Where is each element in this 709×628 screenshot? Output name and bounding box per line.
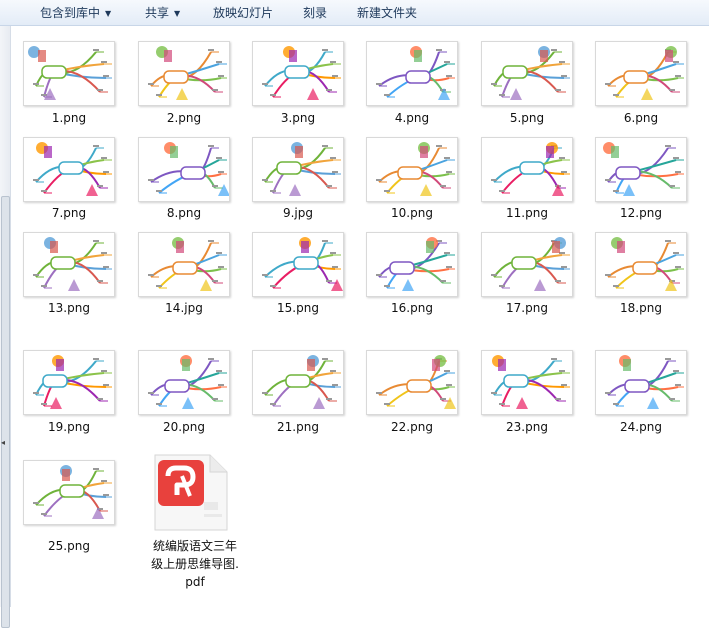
image-thumbnail xyxy=(366,232,458,297)
image-thumbnail xyxy=(138,350,230,415)
file-item[interactable]: 12.png xyxy=(586,137,696,224)
file-name: 8.png xyxy=(166,206,202,220)
file-name: 6.png xyxy=(623,111,659,125)
image-thumbnail xyxy=(366,350,458,415)
file-name: 3.png xyxy=(280,111,316,125)
chevron-left-icon: ◂ xyxy=(1,438,6,447)
image-thumbnail xyxy=(481,350,573,415)
image-thumbnail xyxy=(366,41,458,106)
image-thumbnail xyxy=(481,232,573,297)
file-name: 23.png xyxy=(506,420,548,434)
image-thumbnail xyxy=(138,232,230,297)
file-item[interactable]: 17.png xyxy=(472,232,582,319)
scrollbar-thumb[interactable] xyxy=(1,196,10,628)
file-name: 18.png xyxy=(620,301,662,315)
chevron-down-icon: ▼ xyxy=(174,9,181,18)
file-name: 11.png xyxy=(506,206,548,220)
image-thumbnail xyxy=(252,137,344,202)
file-name: 14.jpg xyxy=(165,301,203,315)
image-thumbnail xyxy=(23,350,115,415)
image-thumbnail xyxy=(252,350,344,415)
chevron-down-icon: ▼ xyxy=(105,9,112,18)
file-item[interactable]: 8.png xyxy=(129,137,239,224)
file-item[interactable]: 16.png xyxy=(357,232,467,319)
image-thumbnail xyxy=(595,232,687,297)
image-thumbnail xyxy=(23,41,115,106)
file-name: 9.jpg xyxy=(282,206,314,220)
image-thumbnail xyxy=(138,41,230,106)
image-thumbnail xyxy=(481,137,573,202)
file-item[interactable]: 15.png xyxy=(243,232,353,319)
file-item[interactable]: 1.png xyxy=(14,41,124,129)
file-name: 7.png xyxy=(51,206,87,220)
file-item[interactable]: 6.png xyxy=(586,41,696,129)
image-thumbnail xyxy=(23,232,115,297)
pdf-file-icon xyxy=(154,454,228,531)
slideshow-button[interactable]: 放映幻灯片 xyxy=(213,4,273,21)
file-name: 22.png xyxy=(391,420,433,434)
image-thumbnail xyxy=(138,137,230,202)
file-item[interactable]: 3.png xyxy=(243,41,353,129)
image-thumbnail xyxy=(595,350,687,415)
file-item[interactable]: 9.jpg xyxy=(243,137,353,224)
image-thumbnail xyxy=(252,41,344,106)
pdf-name-line-3: pdf xyxy=(185,575,205,589)
file-item[interactable]: 4.png xyxy=(357,41,467,129)
file-item[interactable]: 20.png xyxy=(129,350,239,438)
pdf-name-line-2: 级上册思维导图. xyxy=(151,557,239,571)
file-item[interactable]: 5.png xyxy=(472,41,582,129)
file-name: 13.png xyxy=(48,301,90,315)
file-name: 2.png xyxy=(166,111,202,125)
file-item[interactable]: 10.png xyxy=(357,137,467,224)
file-item[interactable]: 25.png xyxy=(14,460,124,557)
burn-button[interactable]: 刻录 xyxy=(303,4,327,21)
share-button[interactable]: 共享 ▼ xyxy=(145,4,180,21)
file-name: 17.png xyxy=(506,301,548,315)
file-item[interactable]: 7.png xyxy=(14,137,124,224)
image-thumbnail xyxy=(23,137,115,202)
file-item[interactable]: 14.jpg xyxy=(129,232,239,319)
image-thumbnail xyxy=(23,460,115,525)
file-name: 20.png xyxy=(163,420,205,434)
file-name: 16.png xyxy=(391,301,433,315)
file-item[interactable]: 11.png xyxy=(472,137,582,224)
file-item[interactable]: 19.png xyxy=(14,350,124,438)
image-thumbnail xyxy=(595,41,687,106)
file-name: 10.png xyxy=(391,206,433,220)
file-item[interactable]: 23.png xyxy=(472,350,582,438)
file-item[interactable]: 13.png xyxy=(14,232,124,319)
command-toolbar: 包含到库中 ▼ 共享 ▼ 放映幻灯片 刻录 新建文件夹 xyxy=(0,0,709,26)
file-name: 15.png xyxy=(277,301,319,315)
file-name: 4.png xyxy=(394,111,430,125)
file-name: 25.png xyxy=(48,539,90,553)
file-name: 1.png xyxy=(51,111,87,125)
file-item[interactable]: 21.png xyxy=(243,350,353,438)
new-folder-button[interactable]: 新建文件夹 xyxy=(357,4,417,21)
image-thumbnail xyxy=(252,232,344,297)
file-item[interactable]: 22.png xyxy=(357,350,467,438)
file-item[interactable]: 18.png xyxy=(586,232,696,319)
navigation-pane-edge[interactable]: ◂ xyxy=(0,26,11,628)
image-thumbnail xyxy=(481,41,573,106)
image-thumbnail xyxy=(366,137,458,202)
file-name: 5.png xyxy=(509,111,545,125)
file-name: 24.png xyxy=(620,420,662,434)
image-thumbnail xyxy=(595,137,687,202)
include-in-library-button[interactable]: 包含到库中 ▼ xyxy=(40,4,111,21)
file-item[interactable]: 24.png xyxy=(586,350,696,438)
pdf-name-line-1: 统编版语文三年 xyxy=(152,539,237,553)
file-name: 19.png xyxy=(48,420,90,434)
file-item[interactable]: 2.png xyxy=(129,41,239,129)
file-item-pdf[interactable] xyxy=(148,452,238,532)
file-name: 12.png xyxy=(620,206,662,220)
pdf-file-name[interactable]: 统编版语文三年 级上册思维导图. pdf xyxy=(145,537,245,591)
file-name: 21.png xyxy=(277,420,319,434)
